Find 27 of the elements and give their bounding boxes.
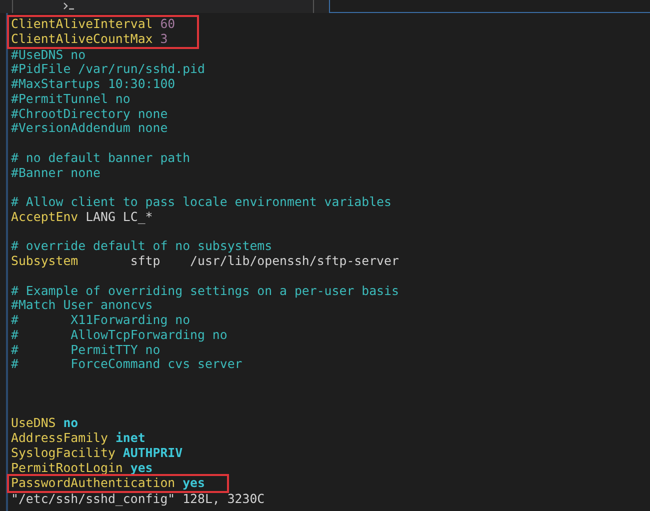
code-line: UseDNS no bbox=[11, 416, 78, 431]
terminal-icon bbox=[63, 2, 75, 10]
code-line: Subsystem sftp /usr/lib/openssh/sftp-server bbox=[11, 254, 399, 269]
code-line: #Banner none bbox=[11, 166, 101, 180]
code-line: #PermitTunnel no bbox=[11, 92, 130, 106]
code-line: AddressFamily inet bbox=[11, 431, 146, 446]
code-line: # AllowTcpForwarding no bbox=[11, 328, 228, 342]
code-line: PasswordAuthentication yes bbox=[11, 476, 205, 491]
code-line: # PermitTTY no bbox=[11, 342, 160, 358]
code-line: # override default of no subsystems bbox=[11, 239, 272, 254]
code-line: #ChrootDirectory none bbox=[11, 106, 168, 122]
code-line: #UseDNS no bbox=[11, 48, 86, 62]
code-line: PermitRootLogin yes bbox=[11, 460, 153, 476]
code-line: ClientAliveCountMax 3 bbox=[11, 32, 169, 46]
code-line: #MaxStartups 10:30:100 bbox=[11, 77, 176, 92]
code-line: # Example of overriding settings on a per-user basis bbox=[11, 284, 399, 298]
code-line: #PidFile /var/run/sshd.pid bbox=[11, 62, 205, 77]
code-line: AcceptEnv LANG LC_* bbox=[11, 210, 153, 224]
code-line: # Allow client to pass locale environment variables bbox=[11, 195, 392, 210]
code-line: # X11Forwarding no bbox=[11, 313, 190, 328]
code-line: # ForceCommand cvs server bbox=[11, 357, 242, 372]
code-line: #Match User anoncvs bbox=[11, 298, 153, 313]
status-line: "/etc/ssh/sshd_config" 128L, 3230C bbox=[11, 492, 265, 507]
code-line: ClientAliveInterval 60 bbox=[11, 17, 176, 32]
code-line: # no default banner path bbox=[11, 150, 190, 166]
code-line: #VersionAddendum none bbox=[11, 121, 168, 136]
code-line: SyslogFacility AUTHPRIV bbox=[11, 446, 183, 460]
